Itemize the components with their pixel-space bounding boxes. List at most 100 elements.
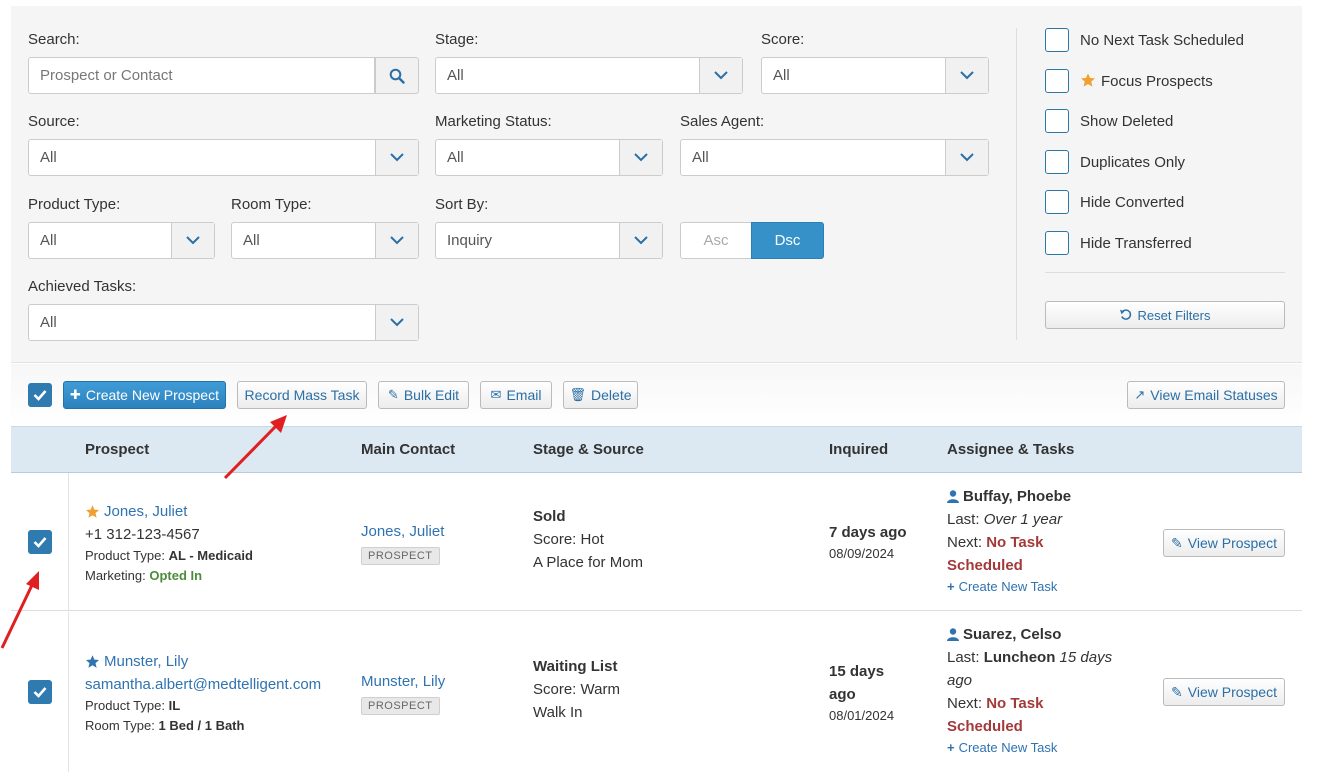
column-header-stage-source[interactable]: Stage & Source [533,441,644,458]
hide-transferred-checkbox-row[interactable]: Hide Transferred [1045,231,1192,255]
chevron-down-icon [375,305,418,340]
score-text: Score: Hot [533,531,604,548]
no-next-task-checkbox-row[interactable]: No Next Task Scheduled [1045,28,1244,52]
stage-select[interactable]: All [435,57,743,94]
score-select[interactable]: All [761,57,989,94]
row-select-checkbox[interactable] [28,530,52,554]
record-mass-task-label: Record Mass Task [244,387,360,403]
create-new-task-link[interactable]: + Create New Task [947,738,1112,758]
last-task-time: 15 days [1059,649,1113,666]
focus-prospects-checkbox-row[interactable]: Focus Prospects [1045,69,1213,93]
create-new-task-label: Create New Task [958,740,1058,755]
bulk-edit-label: Bulk Edit [403,387,460,403]
delete-button[interactable]: 🗑 Delete [563,381,638,409]
sales-agent-select[interactable]: All [680,139,989,176]
source-select[interactable]: All [28,139,419,176]
no-next-task-label: No Next Task Scheduled [1080,31,1244,49]
marketing-status-value: All [447,149,464,166]
room-type-select[interactable]: All [231,222,419,259]
product-type-label: Product Type: [28,196,121,213]
show-deleted-label: Show Deleted [1080,112,1174,130]
score-label: Score: [761,31,805,48]
column-header-main-contact[interactable]: Main Contact [361,441,455,458]
pencil-icon: ✎ [1171,683,1183,700]
product-type-field-value: IL [168,698,181,713]
user-icon [947,628,959,641]
prospect-name-link[interactable]: Munster, Lily [104,650,188,673]
view-email-statuses-button[interactable]: ↗ View Email Statuses [1127,381,1285,409]
stage-label: Stage: [435,31,479,48]
show-deleted-checkbox-row[interactable]: Show Deleted [1045,109,1173,133]
product-type-select[interactable]: All [28,222,215,259]
sort-by-value: Inquiry [447,232,493,249]
inquired-relative: 7 days ago [829,524,907,541]
last-task-time-cont: ago [947,672,973,689]
duplicates-only-label: Duplicates Only [1080,153,1186,171]
search-field[interactable] [28,57,375,94]
view-prospect-button[interactable]: ✎ View Prospect [1163,678,1285,706]
column-header-assignee-tasks[interactable]: Assignee & Tasks [947,441,1074,458]
inquired-date: 08/09/2024 [829,546,895,561]
hide-converted-checkbox[interactable] [1045,190,1069,214]
delete-label: Delete [591,387,632,403]
sales-agent-label: Sales Agent: [680,113,765,130]
source-text: A Place for Mom [533,554,644,571]
last-label: Last: [947,511,980,528]
marketing-status-select[interactable]: All [435,139,663,176]
sales-agent-value: All [692,149,709,166]
check-icon [33,390,47,401]
search-icon [389,68,405,84]
no-next-task-checkbox[interactable] [1045,28,1069,52]
table-row: Jones, Juliet +1 312-123-4567 Product Ty… [11,473,1302,611]
select-all-checkbox[interactable] [28,383,52,407]
column-header-inquired[interactable]: Inquired [829,441,888,458]
user-icon [947,490,959,503]
score-text: Score: Warm [533,681,620,698]
email-button[interactable]: ✉ Email [480,381,552,409]
stage-text: Waiting List [533,658,618,675]
view-prospect-button[interactable]: ✎ View Prospect [1163,529,1285,557]
chevron-down-icon [945,58,988,93]
sort-dsc-button[interactable]: Dsc [751,222,824,259]
check-icon [33,687,47,698]
create-new-prospect-button[interactable]: ✚ Create New Prospect [63,381,226,409]
hide-converted-checkbox-row[interactable]: Hide Converted [1045,190,1184,214]
row-select-checkbox[interactable] [28,680,52,704]
next-label: Next: [947,695,983,712]
prospect-email-link[interactable]: samantha.albert@medtelligent.com [85,673,321,696]
achieved-tasks-select[interactable]: All [28,304,419,341]
last-label: Last: [947,649,980,666]
prospect-badge: PROSPECT [361,547,440,565]
search-button[interactable] [375,57,419,94]
duplicates-only-checkbox-row[interactable]: Duplicates Only [1045,150,1185,174]
reset-filters-button[interactable]: Reset Filters [1045,301,1285,329]
hide-transferred-checkbox[interactable] [1045,231,1069,255]
focus-prospects-checkbox[interactable] [1045,69,1069,93]
bulk-edit-button[interactable]: ✎ Bulk Edit [378,381,469,409]
star-icon[interactable] [85,504,100,519]
view-email-statuses-label: View Email Statuses [1150,387,1278,403]
sort-asc-button[interactable]: Asc [680,222,752,259]
focus-prospects-label: Focus Prospects [1101,72,1213,90]
room-type-value: All [243,232,260,249]
room-type-label: Room Type: [231,196,312,213]
create-new-task-link[interactable]: + Create New Task [947,577,1071,597]
marketing-field-value: Opted In [149,568,203,583]
trash-icon: 🗑 [569,387,587,402]
table-row: Munster, Lily samantha.albert@medtellige… [11,612,1302,772]
prospect-name-link[interactable]: Jones, Juliet [104,500,187,523]
search-input[interactable] [29,58,374,93]
main-contact-link[interactable]: Jones, Juliet [361,520,444,543]
sort-by-select[interactable]: Inquiry [435,222,663,259]
column-header-prospect[interactable]: Prospect [85,441,149,458]
star-icon[interactable] [85,654,100,669]
last-task-type: Luncheon [983,649,1056,666]
duplicates-only-checkbox[interactable] [1045,150,1069,174]
create-new-prospect-label: Create New Prospect [85,387,219,403]
next-task-value: No Task [986,534,1044,551]
main-contact-link[interactable]: Munster, Lily [361,670,445,693]
record-mass-task-button[interactable]: Record Mass Task [237,381,367,409]
product-type-field-value: AL - Medicaid [168,548,253,563]
sort-by-label: Sort By: [435,196,489,213]
show-deleted-checkbox[interactable] [1045,109,1069,133]
